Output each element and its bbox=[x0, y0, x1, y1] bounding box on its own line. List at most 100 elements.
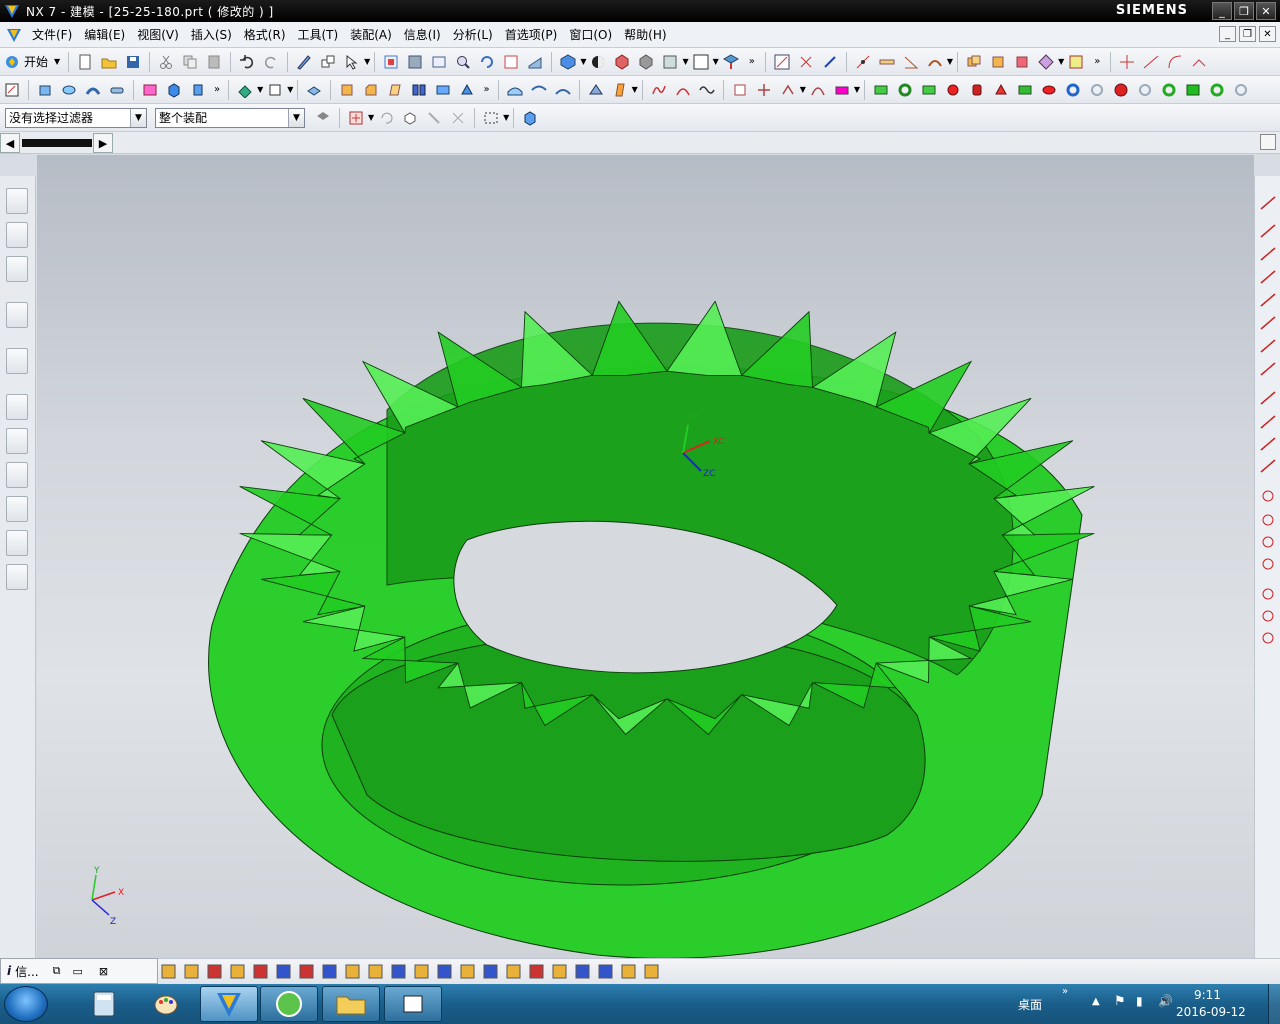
zoom-window-icon[interactable] bbox=[431, 54, 447, 70]
bottom-tool-icon[interactable] bbox=[414, 964, 429, 978]
chevron-down-icon[interactable]: ▼ bbox=[130, 108, 146, 127]
bottom-tool-icon[interactable] bbox=[460, 964, 475, 978]
replace-face-icon[interactable] bbox=[834, 82, 850, 98]
menu-preferences[interactable]: 首选项(P) bbox=[499, 24, 564, 46]
taskbar-window-button[interactable] bbox=[384, 986, 442, 1022]
datum-dropdown-icon[interactable]: ▼ bbox=[257, 85, 263, 94]
gear-tool-icon-12[interactable] bbox=[1137, 82, 1153, 98]
chamfer-icon[interactable] bbox=[363, 82, 379, 98]
bottom-tool-icon[interactable] bbox=[598, 964, 613, 978]
curve-tool-icon[interactable] bbox=[1260, 293, 1276, 307]
curve-tool-icon[interactable] bbox=[1260, 339, 1276, 353]
pull-face-icon[interactable] bbox=[780, 82, 796, 98]
curve-tool-icon[interactable] bbox=[1260, 415, 1276, 429]
thicken-dropdown-icon[interactable]: ▼ bbox=[632, 85, 638, 94]
paste-icon[interactable] bbox=[206, 54, 222, 70]
menu-information[interactable]: 信息(I) bbox=[398, 24, 447, 46]
explode-icon[interactable] bbox=[1068, 54, 1084, 70]
menu-file[interactable]: 文件(F) bbox=[26, 24, 78, 46]
menu-analysis[interactable]: 分析(L) bbox=[447, 24, 499, 46]
view-orientation-icon[interactable] bbox=[662, 54, 678, 70]
scroll-right-button[interactable]: ▶ bbox=[93, 133, 113, 153]
curve-tool-icon[interactable] bbox=[1260, 196, 1276, 210]
process-studio-icon[interactable] bbox=[6, 462, 28, 488]
curve-tool-icon[interactable] bbox=[1260, 391, 1276, 405]
rectangle-select-dropdown-icon[interactable]: ▼ bbox=[503, 113, 509, 122]
orientation-dropdown-icon[interactable]: ▼ bbox=[682, 57, 688, 66]
info-close-icon[interactable]: ⊠ bbox=[99, 965, 108, 978]
clock-date[interactable]: 2016-09-12 bbox=[1176, 1005, 1246, 1019]
perspective-icon[interactable] bbox=[527, 54, 543, 70]
show-hidden-icons-icon[interactable]: ▲ bbox=[1092, 996, 1100, 1007]
select-component-icon[interactable] bbox=[522, 110, 538, 126]
wcs-icon[interactable] bbox=[722, 53, 739, 70]
rotate-icon[interactable] bbox=[479, 54, 495, 70]
history-icon[interactable] bbox=[6, 394, 28, 420]
gear-tool-icon-7[interactable] bbox=[1017, 82, 1033, 98]
move-face-icon[interactable] bbox=[756, 82, 772, 98]
cylinder-icon[interactable] bbox=[190, 82, 206, 98]
gear-tool-icon-3[interactable] bbox=[921, 82, 937, 98]
minimize-button[interactable]: _ bbox=[1212, 2, 1232, 20]
bottom-tool-icon[interactable] bbox=[529, 964, 544, 978]
measure-distance-icon[interactable] bbox=[855, 54, 871, 70]
menu-help[interactable]: 帮助(H) bbox=[618, 24, 672, 46]
bottom-tool-icons[interactable] bbox=[158, 959, 698, 985]
extrude-icon[interactable] bbox=[37, 82, 53, 98]
volume-icon[interactable]: 🔊 bbox=[1158, 994, 1173, 1008]
measure-angle-icon[interactable] bbox=[903, 54, 919, 70]
curve-tool-icon[interactable] bbox=[1262, 536, 1274, 548]
curve-tool-icon[interactable] bbox=[1262, 588, 1274, 600]
doc-minimize-button[interactable]: _ bbox=[1219, 26, 1236, 42]
select-body-icon[interactable] bbox=[402, 110, 418, 126]
bottom-tool-icon[interactable] bbox=[345, 964, 360, 978]
curve-tool-icon[interactable] bbox=[1262, 558, 1274, 570]
mirror-icon[interactable] bbox=[435, 82, 451, 98]
offset-region-icon[interactable] bbox=[810, 82, 826, 98]
measure-dropdown-icon[interactable]: ▼ bbox=[947, 57, 953, 66]
toolbar-options-icon[interactable] bbox=[1260, 134, 1276, 150]
zoom-in-out-icon[interactable] bbox=[455, 54, 471, 70]
manufacturing-wizard-icon[interactable] bbox=[6, 496, 28, 522]
gear-tool-icon-11[interactable] bbox=[1113, 82, 1129, 98]
constraint-navigator-icon[interactable] bbox=[6, 222, 28, 248]
toolbar-expand-icon[interactable]: » bbox=[1062, 986, 1068, 997]
shell-dropdown-icon[interactable]: ▼ bbox=[287, 85, 293, 94]
snap-toggle-icon[interactable] bbox=[348, 110, 364, 126]
curve-tool-icon[interactable] bbox=[1260, 437, 1276, 451]
background-dropdown-icon[interactable]: ▼ bbox=[713, 57, 719, 66]
selection-filter-dropdown[interactable]: 没有选择过滤器 ▼ bbox=[5, 107, 147, 128]
start-icon[interactable] bbox=[4, 54, 20, 70]
more-tools-icon[interactable]: » bbox=[483, 84, 489, 95]
gear-tool-icon-5[interactable] bbox=[969, 82, 985, 98]
pan-icon[interactable] bbox=[503, 54, 519, 70]
curve-tool-icon[interactable] bbox=[1260, 459, 1276, 473]
doc-close-button[interactable]: ✕ bbox=[1259, 26, 1276, 42]
replace-dropdown-icon[interactable]: ▼ bbox=[854, 85, 860, 94]
render-style-icon[interactable] bbox=[560, 53, 576, 70]
surface-icon[interactable] bbox=[507, 82, 523, 98]
datum-plane-icon[interactable] bbox=[237, 82, 253, 98]
more-tools-icon[interactable]: » bbox=[214, 84, 220, 95]
sync-dropdown-icon[interactable]: ▼ bbox=[800, 85, 806, 94]
bottom-tool-icon[interactable] bbox=[483, 964, 498, 978]
menu-insert[interactable]: 插入(S) bbox=[185, 24, 238, 46]
bottom-tool-icon[interactable] bbox=[253, 964, 268, 978]
nx-menu-icon[interactable] bbox=[6, 27, 22, 43]
bottom-tool-icon[interactable] bbox=[299, 964, 314, 978]
graphics-window[interactable]: XC YC ZC X Y Z bbox=[37, 155, 1254, 958]
bottom-tool-icon[interactable] bbox=[230, 964, 245, 978]
roles-icon[interactable] bbox=[6, 530, 28, 556]
curve-tool-icon[interactable] bbox=[1262, 490, 1274, 502]
reposition-icon[interactable] bbox=[1038, 53, 1054, 70]
thicken-icon[interactable] bbox=[612, 82, 628, 98]
revolve-icon[interactable] bbox=[61, 82, 77, 98]
info-restore-icon[interactable]: ⧉ bbox=[53, 964, 61, 978]
more-tools-icon[interactable]: » bbox=[1094, 56, 1100, 67]
assembly-icon[interactable] bbox=[966, 54, 982, 70]
undo-selection-icon[interactable] bbox=[378, 110, 394, 126]
curve-icon[interactable] bbox=[651, 82, 667, 98]
draft-icon[interactable] bbox=[387, 82, 403, 98]
curve-tool-icon[interactable] bbox=[1260, 316, 1276, 330]
curve-fillet-icon[interactable] bbox=[1167, 54, 1183, 70]
